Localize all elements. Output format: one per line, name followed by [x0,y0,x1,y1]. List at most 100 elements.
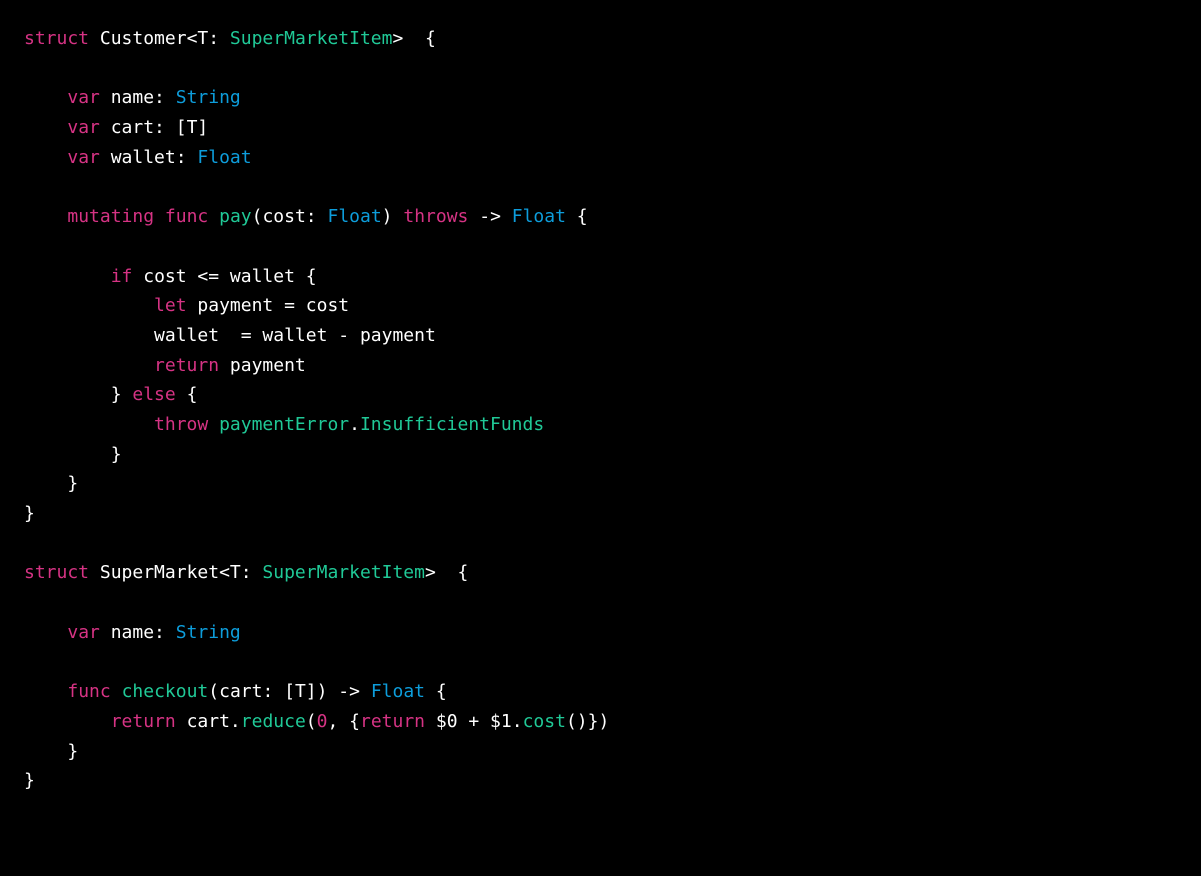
code-line: } [24,499,1177,529]
code-line: struct Customer<T: SuperMarketItem> { [24,24,1177,54]
code-token: cost <= wallet { [132,266,316,287]
code-token: wallet: [100,147,198,168]
code-token: $0 + $1. [425,711,523,732]
code-token: payment [219,355,306,376]
code-token: } [24,444,122,465]
code-token: let [154,295,187,316]
code-token: func [67,681,110,702]
code-line [24,529,1177,559]
code-token: } [24,384,132,405]
code-token: wallet = wallet - payment [24,325,436,346]
code-editor[interactable]: struct Customer<T: SuperMarketItem> { va… [24,24,1177,796]
code-token: Float [197,147,251,168]
code-line: mutating func pay(cost: Float) throws ->… [24,202,1177,232]
code-line: if cost <= wallet { [24,262,1177,292]
code-token: checkout [122,681,209,702]
code-token: } [24,770,35,791]
code-token: (cart: [T]) -> [208,681,371,702]
code-token: return [111,711,176,732]
code-line: var cart: [T] [24,113,1177,143]
code-line: var wallet: Float [24,143,1177,173]
code-token: SuperMarketItem [230,28,393,49]
code-line: let payment = cost [24,291,1177,321]
code-token: . [349,414,360,435]
code-token: var [67,117,100,138]
code-token: 0 [317,711,328,732]
code-token: struct [24,562,89,583]
code-token: cart. [176,711,241,732]
code-token: reduce [241,711,306,732]
code-token: { [176,384,198,405]
code-token: name: [100,622,176,643]
code-token: var [67,622,100,643]
code-token: Float [512,206,566,227]
code-token: name: [100,87,176,108]
code-line: struct SuperMarket<T: SuperMarketItem> { [24,558,1177,588]
code-line [24,588,1177,618]
code-line: throw paymentError.InsufficientFunds [24,410,1177,440]
code-line [24,54,1177,84]
code-token: ( [306,711,317,732]
code-token [24,414,154,435]
code-token: var [67,87,100,108]
code-token: else [132,384,175,405]
code-token: pay [219,206,252,227]
code-token: InsufficientFunds [360,414,544,435]
code-token: struct [24,28,89,49]
code-token: { [566,206,588,227]
code-token [111,681,122,702]
code-line: wallet = wallet - payment [24,321,1177,351]
code-token [24,147,67,168]
code-token: if [111,266,133,287]
code-line: func checkout(cart: [T]) -> Float { [24,677,1177,707]
code-token [24,206,67,227]
code-token: throws [403,206,468,227]
code-token: mutating [67,206,154,227]
code-token [24,622,67,643]
code-token: paymentError [219,414,349,435]
code-line: } [24,737,1177,767]
code-line: var name: String [24,83,1177,113]
code-token: func [165,206,208,227]
code-token [208,206,219,227]
code-token [24,681,67,702]
code-line: return cart.reduce(0, {return $0 + $1.co… [24,707,1177,737]
code-token [24,117,67,138]
code-token: cost [523,711,566,732]
code-token: SuperMarketItem [262,562,425,583]
code-line: return payment [24,351,1177,381]
code-token: String [176,87,241,108]
code-token: return [154,355,219,376]
code-line [24,172,1177,202]
code-token [24,87,67,108]
code-token [208,414,219,435]
code-token: ()}) [566,711,609,732]
code-line [24,232,1177,262]
code-token: cart: [T] [100,117,208,138]
code-token: payment = cost [187,295,350,316]
code-token: } [24,473,78,494]
code-line: } else { [24,380,1177,410]
code-token: return [360,711,425,732]
code-token: } [24,503,35,524]
code-token: SuperMarket<T: [89,562,262,583]
code-token: { [425,681,447,702]
code-token: , { [327,711,360,732]
code-token [154,206,165,227]
code-token: String [176,622,241,643]
code-token: -> [468,206,511,227]
code-line: } [24,469,1177,499]
code-token: Float [327,206,381,227]
code-token: > { [425,562,468,583]
code-token: var [67,147,100,168]
code-line: var name: String [24,618,1177,648]
code-token: Float [371,681,425,702]
code-token [24,355,154,376]
code-token: ) [382,206,404,227]
code-token: } [24,741,78,762]
code-line: } [24,766,1177,796]
code-token [24,266,111,287]
code-token: Customer<T: [89,28,230,49]
code-token: > { [392,28,435,49]
code-token: (cost: [252,206,328,227]
